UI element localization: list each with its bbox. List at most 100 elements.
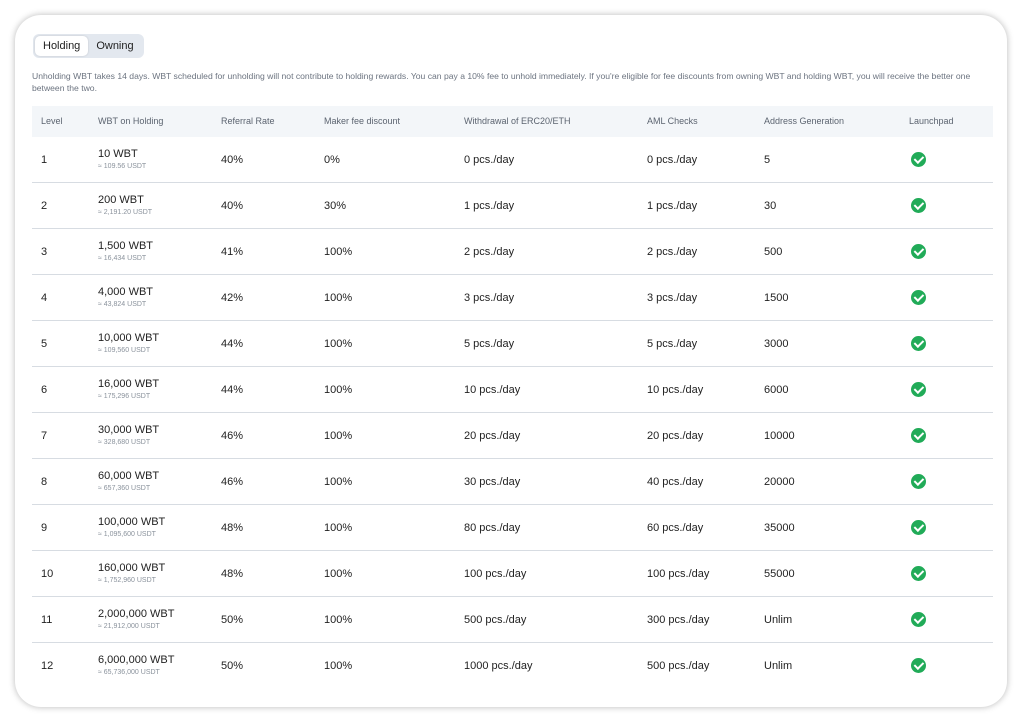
maker-fee-discount-cell: 100% xyxy=(324,429,353,442)
table-header: Level WBT on Holding Referral Rate Maker… xyxy=(32,106,993,137)
level-cell: 2 xyxy=(41,199,48,212)
withdrawal-cell: 2 pcs./day xyxy=(464,245,515,258)
address-generation-cell: 6000 xyxy=(764,383,789,396)
launchpad-cell xyxy=(911,643,926,688)
usdt-equivalent: ≈ 1,095,600 USDT xyxy=(98,530,156,538)
table-row: 1 10 WBT ≈ 109.56 USDT 40% 0% 0 pcs./day 0 pcs… xyxy=(32,137,993,183)
aml-checks-cell: 2 pcs./day xyxy=(647,245,698,258)
referral-rate-cell: 40% xyxy=(221,153,244,166)
usdt-equivalent: ≈ 328,680 USDT xyxy=(98,438,151,446)
aml-checks-cell: 20 pcs./day xyxy=(647,429,704,442)
level-cell: 11 xyxy=(41,613,53,626)
usdt-equivalent: ≈ 657,360 USDT xyxy=(98,484,151,492)
launchpad-cell xyxy=(911,413,926,458)
address-generation-cell: 1500 xyxy=(764,291,789,304)
level-cell: 1 xyxy=(41,153,48,166)
launchpad-cell xyxy=(911,137,926,182)
launchpad-cell xyxy=(911,551,926,596)
maker-fee-discount-cell: 0% xyxy=(324,153,340,166)
level-cell: 12 xyxy=(41,659,54,672)
address-generation-cell: 3000 xyxy=(764,337,789,350)
table-row: 3 1,500 WBT ≈ 16,434 USDT 41% 100% 2 pcs./day… xyxy=(32,229,993,275)
withdrawal-cell: 80 pcs./day xyxy=(464,521,521,534)
referral-rate-cell: 48% xyxy=(221,567,244,580)
withdrawal-cell: 500 pcs./day xyxy=(464,613,527,626)
wbt-amount: 16,000 WBT xyxy=(98,377,160,390)
wbt-holding-cell: 200 WBT ≈ 2,191.20 USDT xyxy=(98,183,152,228)
wbt-holding-cell: 6,000,000 WBT ≈ 65,736,000 USDT xyxy=(98,643,174,688)
withdrawal-cell: 1000 pcs./day xyxy=(464,659,533,672)
holding-owning-toggle: Holding Owning xyxy=(33,34,144,58)
wbt-holding-cell: 4,000 WBT ≈ 43,824 USDT xyxy=(98,275,153,320)
check-icon xyxy=(911,290,926,305)
aml-checks-cell: 1 pcs./day xyxy=(647,199,698,212)
table-row: 11 2,000,000 WBT ≈ 21,912,000 USDT 50% 100% 5… xyxy=(32,597,993,643)
check-icon xyxy=(911,566,926,581)
referral-rate-cell: 48% xyxy=(221,521,244,534)
table-row: 4 4,000 WBT ≈ 43,824 USDT 42% 100% 3 pcs./day… xyxy=(32,275,993,321)
usdt-equivalent: ≈ 109,560 USDT xyxy=(98,346,151,354)
launchpad-cell xyxy=(911,505,926,550)
level-cell: 8 xyxy=(41,475,48,488)
referral-rate-cell: 50% xyxy=(221,613,244,626)
wbt-amount: 4,000 WBT xyxy=(98,285,154,298)
tab-owning[interactable]: Owning xyxy=(88,36,141,56)
usdt-equivalent: ≈ 43,824 USDT xyxy=(98,300,147,308)
check-icon xyxy=(911,152,926,167)
wbt-amount: 60,000 WBT xyxy=(98,469,160,482)
table-row: 8 60,000 WBT ≈ 657,360 USDT 46% 100% 30 pcs./… xyxy=(32,459,993,505)
aml-checks-cell: 500 pcs./day xyxy=(647,659,710,672)
referral-rate-cell: 41% xyxy=(221,245,244,258)
header-launchpad: Launchpad xyxy=(909,116,954,126)
wbt-amount: 100,000 WBT xyxy=(98,515,166,528)
aml-checks-cell: 40 pcs./day xyxy=(647,475,704,488)
header-aml-checks: AML Checks xyxy=(647,116,698,126)
maker-fee-discount-cell: 100% xyxy=(324,659,353,672)
wbt-amount: 10 WBT xyxy=(98,147,138,160)
usdt-equivalent: ≈ 1,752,960 USDT xyxy=(98,576,156,584)
check-icon xyxy=(911,198,926,213)
withdrawal-cell: 100 pcs./day xyxy=(464,567,527,580)
wbt-holding-cell: 10 WBT ≈ 109.56 USDT xyxy=(98,137,146,182)
address-generation-cell: 5 xyxy=(764,153,771,166)
check-icon xyxy=(911,244,926,259)
wbt-holding-cell: 30,000 WBT ≈ 328,680 USDT xyxy=(98,413,159,458)
header-maker-fee-discount: Maker fee discount xyxy=(324,116,401,126)
launchpad-cell xyxy=(911,597,926,642)
wbt-holding-cell: 16,000 WBT ≈ 175,296 USDT xyxy=(98,367,159,412)
unholding-notice: Unholding WBT takes 14 days. WBT schedul… xyxy=(32,71,971,93)
maker-fee-discount-cell: 100% xyxy=(324,521,353,534)
tab-holding[interactable]: Holding xyxy=(35,36,89,56)
referral-rate-cell: 50% xyxy=(221,659,244,672)
usdt-equivalent: ≈ 16,434 USDT xyxy=(98,254,147,262)
header-wbt-on-holding: WBT on Holding xyxy=(98,116,164,126)
wbt-amount: 30,000 WBT xyxy=(98,423,160,436)
wbt-amount: 1,500 WBT xyxy=(98,239,154,252)
level-cell: 5 xyxy=(41,337,48,350)
level-cell: 9 xyxy=(41,521,48,534)
referral-rate-cell: 44% xyxy=(221,383,244,396)
table-row: 6 16,000 WBT ≈ 175,296 USDT 44% 100% 10 pcs./… xyxy=(32,367,993,413)
wbt-holding-cell: 100,000 WBT ≈ 1,095,600 USDT xyxy=(98,505,165,550)
maker-fee-discount-cell: 100% xyxy=(324,337,353,350)
referral-rate-cell: 42% xyxy=(221,291,244,304)
table-row: 5 10,000 WBT ≈ 109,560 USDT 44% 100% 5 pcs./d… xyxy=(32,321,993,367)
aml-checks-cell: 10 pcs./day xyxy=(647,383,704,396)
wbt-holding-cell: 60,000 WBT ≈ 657,360 USDT xyxy=(98,459,159,504)
referral-rate-cell: 44% xyxy=(221,337,244,350)
address-generation-cell: Unlim xyxy=(764,659,793,672)
usdt-equivalent: ≈ 65,736,000 USDT xyxy=(98,668,160,676)
table-row: 9 100,000 WBT ≈ 1,095,600 USDT 48% 100% 80 pc… xyxy=(32,505,993,551)
launchpad-cell xyxy=(911,321,926,366)
launchpad-cell xyxy=(911,229,926,274)
wbt-amount: 2,000,000 WBT xyxy=(98,607,175,620)
aml-checks-cell: 60 pcs./day xyxy=(647,521,704,534)
level-cell: 6 xyxy=(41,383,48,396)
holding-levels-card: Holding Owning Unholding WBT takes 14 da… xyxy=(15,15,1007,707)
launchpad-cell xyxy=(911,367,926,412)
withdrawal-cell: 3 pcs./day xyxy=(464,291,515,304)
withdrawal-cell: 0 pcs./day xyxy=(464,153,515,166)
usdt-equivalent: ≈ 2,191.20 USDT xyxy=(98,208,153,216)
address-generation-cell: 20000 xyxy=(764,475,795,488)
maker-fee-discount-cell: 100% xyxy=(324,291,353,304)
